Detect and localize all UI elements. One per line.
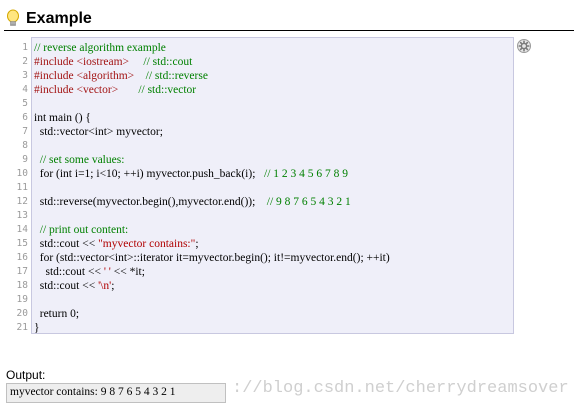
code-line: // set some values: bbox=[34, 153, 390, 167]
code-token: // std::cout bbox=[143, 56, 193, 68]
code-line: int main () { bbox=[34, 111, 390, 125]
line-number: 1 bbox=[22, 42, 28, 53]
code-token: // reverse algorithm example bbox=[34, 42, 166, 54]
output-box: myvector contains: 9 8 7 6 5 4 3 2 1 bbox=[6, 383, 226, 403]
code-line: } bbox=[34, 321, 390, 335]
code-token: std::cout << bbox=[34, 266, 104, 278]
line-number: 2 bbox=[22, 56, 28, 67]
line-number: 9 bbox=[22, 154, 28, 165]
watermark-text: ://blog.csdn.net/cherrydreamsover bbox=[232, 379, 569, 398]
code-token: } bbox=[34, 322, 40, 334]
code-line: // reverse algorithm example bbox=[34, 41, 390, 55]
code-line: return 0; bbox=[34, 307, 390, 321]
code-token: ; bbox=[111, 280, 115, 292]
code-token: #include <vector> bbox=[34, 84, 139, 96]
line-number: 5 bbox=[22, 98, 28, 109]
code-line: std::cout << ' ' << *it; bbox=[34, 265, 390, 279]
code-token: // 1 2 3 4 5 6 7 8 9 bbox=[264, 168, 349, 180]
line-number: 17 bbox=[16, 266, 28, 277]
section-title: Example bbox=[26, 10, 92, 27]
code-line: #include <vector> // std::vector bbox=[34, 83, 390, 97]
code-line: // print out content: bbox=[34, 223, 390, 237]
line-number: 18 bbox=[16, 280, 28, 291]
line-number: 3 bbox=[22, 70, 28, 81]
output-text: myvector contains: 9 8 7 6 5 4 3 2 1 bbox=[10, 386, 176, 398]
line-number: 8 bbox=[22, 140, 28, 151]
code-line: std::cout << "myvector contains:"; bbox=[34, 237, 390, 251]
code-line: std::vector<int> myvector; bbox=[34, 125, 390, 139]
code-token: << *it; bbox=[110, 266, 145, 278]
code-token: // 9 8 7 6 5 4 3 2 1 bbox=[266, 196, 351, 208]
line-number: 10 bbox=[16, 168, 28, 179]
code-token: // std::reverse bbox=[145, 70, 208, 82]
line-number: 20 bbox=[16, 308, 28, 319]
example-header: Example bbox=[6, 8, 574, 32]
code-token: std::reverse(myvector.begin(),myvector.e… bbox=[34, 196, 267, 208]
code-token: std::cout << bbox=[34, 238, 99, 250]
code-token: #include <iostream> bbox=[34, 56, 144, 68]
line-number: 16 bbox=[16, 252, 28, 263]
line-number: 13 bbox=[16, 210, 28, 221]
output-label: Output: bbox=[6, 368, 46, 382]
lightbulb-icon bbox=[6, 9, 20, 29]
line-number: 6 bbox=[22, 112, 28, 123]
line-number: 14 bbox=[16, 224, 28, 235]
code-token: for (std::vector<int>::iterator it=myvec… bbox=[34, 252, 390, 264]
code-line: for (std::vector<int>::iterator it=myvec… bbox=[34, 251, 390, 265]
code-token: // std::vector bbox=[138, 84, 197, 96]
code-token: for (int i=1; i<10; ++i) myvector.push_b… bbox=[34, 168, 265, 180]
line-number: 7 bbox=[22, 126, 28, 137]
line-number-gutter: 1 2 3 4 5 6 7 8 9 10 11 12 13 14 15 16 17 18 19 20 21 bbox=[4, 41, 28, 335]
code-token: std::vector<int> myvector; bbox=[34, 126, 163, 138]
line-number: 12 bbox=[16, 196, 28, 207]
code-token: // print out content: bbox=[39, 224, 129, 236]
code-token: return 0; bbox=[34, 308, 80, 320]
line-number: 15 bbox=[16, 238, 28, 249]
code-token: '\n' bbox=[98, 280, 112, 292]
line-number: 21 bbox=[16, 322, 28, 333]
code-line: for (int i=1; i<10; ++i) myvector.push_b… bbox=[34, 167, 390, 181]
header-divider bbox=[4, 30, 574, 31]
code-token: ' ' bbox=[103, 266, 111, 278]
code-line: std::reverse(myvector.begin(),myvector.e… bbox=[34, 195, 390, 209]
line-number: 19 bbox=[16, 294, 28, 305]
line-number: 11 bbox=[16, 182, 28, 193]
code-token: "myvector contains:" bbox=[98, 238, 196, 250]
code-token: // set some values: bbox=[39, 154, 125, 166]
code-line: std::cout << '\n'; bbox=[34, 279, 390, 293]
code-token: std::cout << bbox=[34, 280, 99, 292]
code-lines: // reverse algorithm example #include <io… bbox=[34, 41, 390, 335]
code-token: ; bbox=[195, 238, 199, 250]
code-line: #include <iostream> // std::cout bbox=[34, 55, 390, 69]
line-number: 4 bbox=[22, 84, 28, 95]
code-token: int main () { bbox=[34, 112, 91, 124]
code-line: #include <algorithm> // std::reverse bbox=[34, 69, 390, 83]
code-token: #include <algorithm> bbox=[34, 70, 146, 82]
gear-icon[interactable] bbox=[516, 38, 532, 54]
